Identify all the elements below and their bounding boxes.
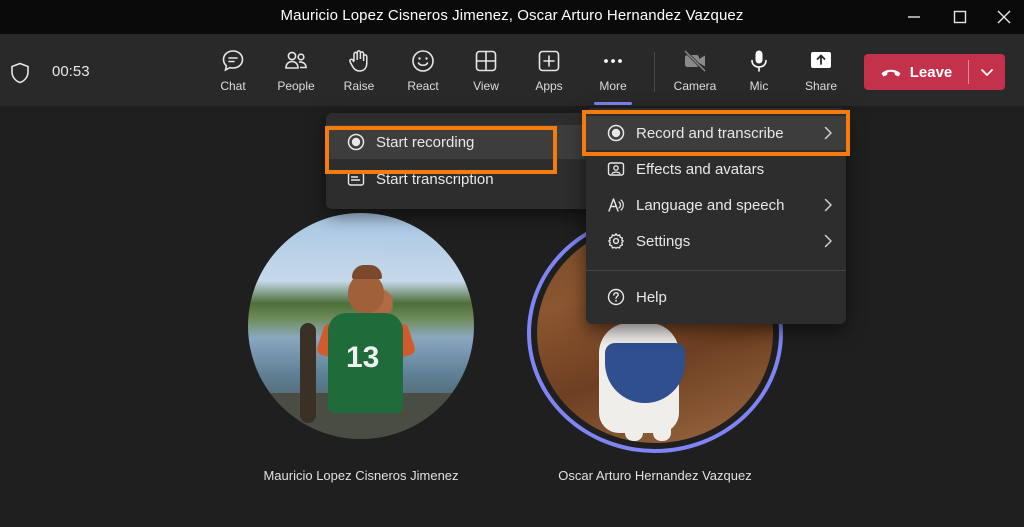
hand-icon [349, 50, 368, 72]
gear-icon [606, 231, 626, 251]
title-bar: Mauricio Lopez Cisneros Jimenez, Oscar A… [0, 0, 1024, 34]
react-label: React [407, 79, 439, 93]
video-head [348, 273, 384, 313]
ellipsis-icon [604, 59, 622, 63]
raise-hand-button[interactable]: Raise [331, 44, 387, 100]
annotation-highlight-record-and-transcribe [582, 110, 850, 156]
apps-plus-icon [538, 50, 560, 72]
effects-and-avatars-label: Effects and avatars [636, 160, 765, 178]
hang-up-icon [881, 69, 901, 77]
language-icon [606, 195, 626, 215]
camera-off-icon [683, 49, 707, 73]
window-title: Mauricio Lopez Cisneros Jimenez, Oscar A… [280, 7, 744, 24]
help-label: Help [636, 288, 667, 306]
chat-button[interactable]: Chat [205, 44, 261, 100]
settings-item[interactable]: Settings [586, 224, 846, 258]
camera-label: Camera [673, 79, 717, 93]
chat-label: Chat [220, 79, 246, 93]
participant-name: Mauricio Lopez Cisneros Jimenez [263, 468, 459, 483]
video-cap [352, 265, 382, 279]
leave-button-group: Leave [864, 54, 1005, 90]
participant-name: Oscar Arturo Hernandez Vazquez [558, 468, 752, 483]
minimize-button[interactable] [892, 0, 936, 34]
raise-label: Raise [343, 79, 375, 93]
share-icon [811, 52, 831, 68]
maximize-button[interactable] [938, 0, 982, 34]
shield-icon [11, 62, 29, 84]
effects-and-avatars-item[interactable]: Effects and avatars [586, 152, 846, 186]
mic-label: Mic [749, 79, 769, 93]
language-and-speech-label: Language and speech [636, 196, 785, 214]
meeting-timer: 00:53 [52, 63, 90, 80]
apps-label: Apps [535, 79, 563, 93]
grid-icon [475, 50, 497, 72]
mic-button[interactable]: Mic [731, 44, 787, 100]
view-button[interactable]: View [458, 44, 514, 100]
react-button[interactable]: React [395, 44, 451, 100]
camera-button[interactable]: Camera [667, 44, 723, 100]
effects-icon [606, 159, 626, 179]
people-label: People [277, 79, 315, 93]
video-paw-left [625, 413, 643, 441]
annotation-highlight-start-recording [325, 126, 557, 174]
chevron-down-icon [981, 69, 993, 76]
people-icon [285, 51, 307, 69]
video-fish [300, 323, 316, 423]
settings-label: Settings [636, 232, 691, 250]
smiley-icon [412, 50, 434, 72]
mic-icon [751, 50, 767, 72]
apps-button[interactable]: Apps [521, 44, 577, 100]
close-button[interactable] [982, 0, 1024, 34]
menu-divider [586, 270, 846, 271]
chevron-right-icon [824, 198, 832, 212]
leave-label: Leave [909, 63, 953, 81]
minimize-icon [908, 16, 920, 18]
more-button[interactable]: More [585, 44, 641, 100]
maximize-icon [953, 10, 967, 24]
more-active-indicator [594, 102, 632, 105]
help-item[interactable]: Help [586, 280, 846, 314]
leave-options-button[interactable] [969, 54, 1005, 90]
meeting-toolbar: 00:53 Chat People Raise React View Apps … [0, 34, 1024, 106]
share-button[interactable]: Share [793, 44, 849, 100]
people-button[interactable]: People [268, 44, 324, 100]
language-and-speech-item[interactable]: Language and speech [586, 188, 846, 222]
jersey-number: 13 [346, 341, 380, 374]
chat-icon [222, 50, 244, 72]
leave-button[interactable]: Leave [864, 54, 968, 90]
video-paw-right [653, 413, 671, 441]
toolbar-divider [654, 52, 655, 92]
chevron-right-icon [824, 234, 832, 248]
view-label: View [473, 79, 499, 93]
help-icon [606, 287, 626, 307]
participant-video-mauricio[interactable]: 13 [248, 213, 474, 439]
share-label: Share [804, 79, 838, 93]
more-label: More [599, 79, 627, 93]
close-icon [997, 10, 1011, 24]
